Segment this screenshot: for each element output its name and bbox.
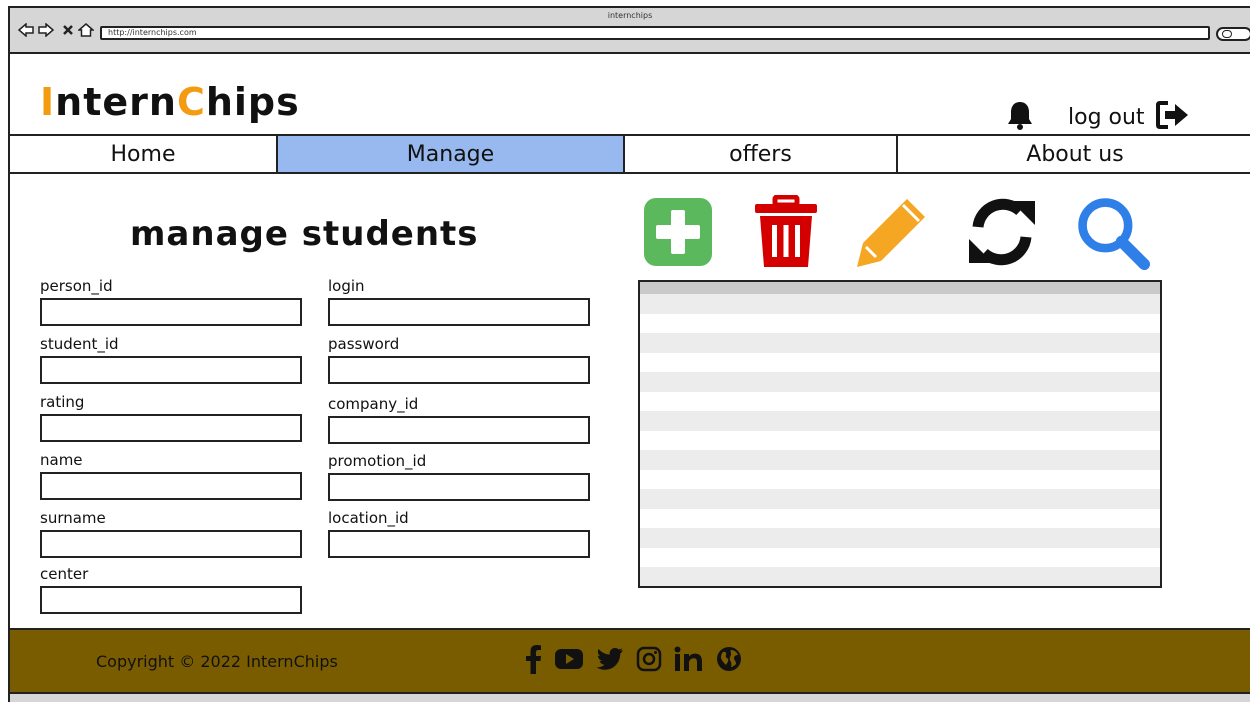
table-row[interactable] [640,469,1160,489]
table-row[interactable] [640,313,1160,333]
pencil-icon [857,199,925,267]
home-icon[interactable] [78,22,94,38]
instagram-icon[interactable] [636,646,662,676]
table-row[interactable] [640,547,1160,567]
password-input[interactable] [328,356,590,384]
field-student-id: student_id [40,334,302,384]
promotion-id-input[interactable] [328,473,590,501]
bell-icon[interactable] [1006,100,1034,134]
table-header [640,282,1160,294]
social-links [524,644,742,678]
table-row[interactable] [640,372,1160,392]
field-surname: surname [40,508,302,558]
url-bar[interactable]: http://internchips.com [100,26,1210,40]
rating-input[interactable] [40,414,302,442]
search-button[interactable] [1074,194,1150,270]
browser-window: internchips http://internchips.com Inter… [8,6,1250,702]
table-row[interactable] [640,489,1160,509]
students-table[interactable] [638,280,1162,588]
logo-text-2: hips [205,80,300,124]
trash-icon [755,195,817,267]
window-title: internchips [607,11,653,20]
table-row[interactable] [640,352,1160,372]
copyright-text: Copyright © 2022 InternChips [96,652,338,671]
forward-icon[interactable] [38,22,54,38]
field-label: name [40,451,83,469]
field-label: surname [40,509,106,527]
back-icon[interactable] [18,22,34,38]
table-row[interactable] [640,294,1160,314]
logo-letter-i: I [40,80,56,124]
field-login: login [328,276,590,326]
field-label: student_id [40,335,119,353]
nav-offers[interactable]: offers [625,136,898,172]
twitter-icon[interactable] [596,647,624,675]
main-nav: Home Manage offers About us [10,134,1250,174]
table-row[interactable] [640,508,1160,528]
search-icon [1078,198,1150,270]
url-text: http://internchips.com [108,28,197,37]
login-input[interactable] [328,298,590,326]
student-id-input[interactable] [40,356,302,384]
field-label: person_id [40,277,113,295]
table-row[interactable] [640,333,1160,353]
person-id-input[interactable] [40,298,302,326]
field-center: center [40,564,302,614]
field-label: login [328,277,365,295]
globe-icon[interactable] [716,646,742,676]
stop-icon[interactable] [60,22,76,38]
browser-status-bar [10,694,1250,702]
field-location-id: location_id [328,508,590,558]
nav-home[interactable]: Home [10,136,278,172]
field-label: location_id [328,509,409,527]
field-company-id: company_id [328,394,590,444]
field-label: company_id [328,395,419,413]
field-label: password [328,335,400,353]
add-button[interactable] [640,194,716,270]
refresh-button[interactable] [964,194,1040,270]
table-row[interactable] [640,430,1160,450]
logo-letter-c: C [176,80,206,124]
table-row[interactable] [640,528,1160,548]
field-label: promotion_id [328,452,427,470]
linkedin-icon[interactable] [674,646,704,676]
logout-button[interactable]: log out [1068,100,1191,134]
field-rating: rating [40,392,302,442]
mini-search-icon [1222,30,1232,38]
table-row[interactable] [640,411,1160,431]
field-promotion-id: promotion_id [328,451,590,501]
nav-manage[interactable]: Manage [278,136,625,172]
logout-label: log out [1068,104,1145,130]
field-password: password [328,334,590,384]
edit-button[interactable] [854,194,930,270]
youtube-icon[interactable] [554,648,584,674]
logout-icon [1155,100,1191,134]
page-title: manage students [130,214,479,254]
name-input[interactable] [40,472,302,500]
table-row[interactable] [640,450,1160,470]
field-person-id: person_id [40,276,302,326]
company-id-input[interactable] [328,416,590,444]
field-label: rating [40,393,85,411]
logo-text-1: ntern [55,80,177,124]
nav-about-us[interactable]: About us [898,136,1250,172]
field-name: name [40,450,302,500]
field-label: center [40,565,89,583]
browser-chrome: internchips http://internchips.com [10,8,1250,54]
footer: Copyright © 2022 InternChips [10,628,1250,694]
logo[interactable]: InternChips [40,80,300,124]
add-icon [644,198,712,266]
center-input[interactable] [40,586,302,614]
table-row[interactable] [640,567,1160,586]
surname-input[interactable] [40,530,302,558]
browser-search-button[interactable] [1216,27,1250,41]
facebook-icon[interactable] [524,644,542,678]
refresh-icon [969,198,1035,266]
table-row[interactable] [640,391,1160,411]
location-id-input[interactable] [328,530,590,558]
delete-button[interactable] [748,194,824,270]
